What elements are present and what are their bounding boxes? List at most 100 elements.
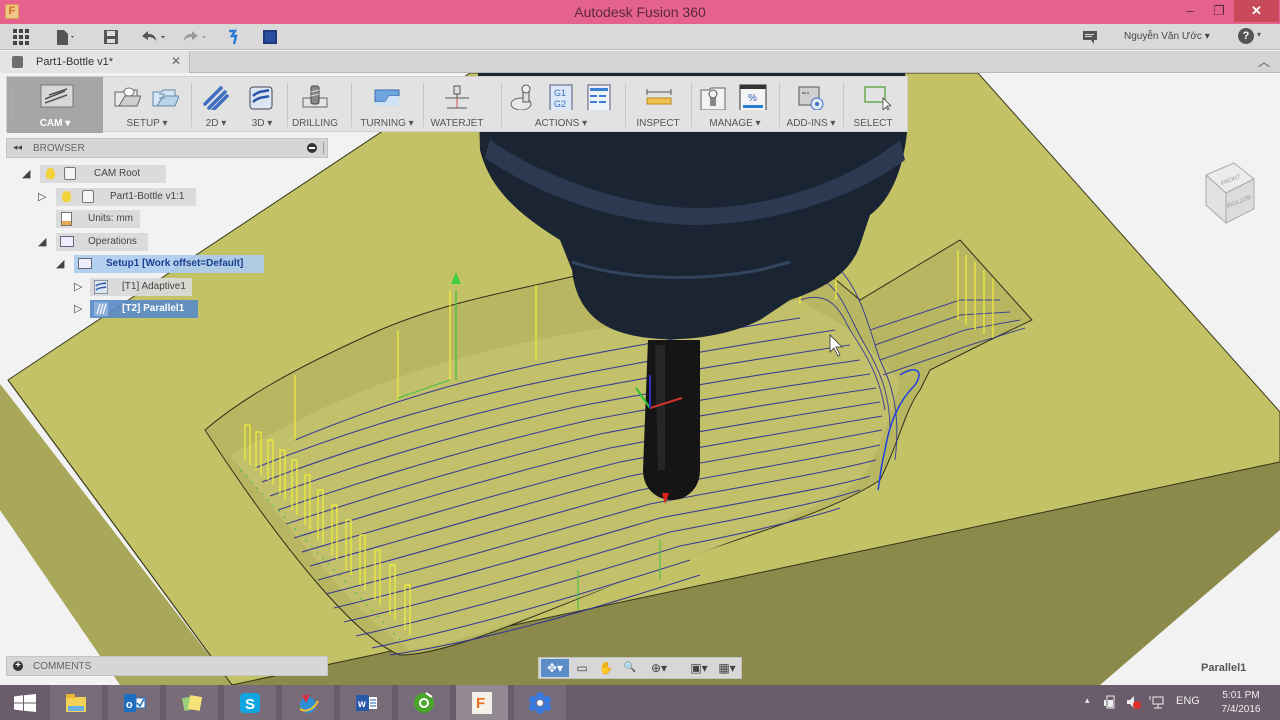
canvas-viewport[interactable]: FRONT BOTTOM — [0, 73, 1280, 685]
addins-label: ADD-INS ▾ — [786, 118, 836, 129]
windows-start-icon[interactable] — [14, 694, 36, 712]
taskbar-flower-app[interactable] — [514, 685, 566, 720]
browser-minimize-icon[interactable] — [307, 143, 317, 153]
tree-node-setup1[interactable]: ◢ Setup1 [Work offset=Default] — [54, 255, 274, 273]
simulate-icon — [510, 84, 532, 110]
cam-scene — [0, 73, 1280, 685]
ribbon-group-3d[interactable]: 3D ▾ — [239, 77, 285, 133]
taskbar-network-app[interactable] — [282, 685, 334, 720]
tree-node-parallel1[interactable]: ▷ [T2] Parallel1 — [72, 300, 202, 318]
battery-icon[interactable] — [1103, 694, 1117, 710]
ribbon-group-inspect[interactable]: INSPECT — [627, 77, 689, 133]
pan-icon[interactable]: ✋ — [595, 659, 617, 677]
network-app-icon — [299, 695, 319, 713]
expand-triangle-icon[interactable]: ▷ — [74, 280, 82, 293]
ribbon-group-addins[interactable]: ADD-INS ▾ — [781, 77, 841, 133]
ribbon-group-setup[interactable]: SETUP ▾ — [107, 77, 187, 133]
tree-node-units[interactable]: Units: mm — [56, 210, 156, 228]
volume-muted-icon[interactable] — [1125, 694, 1141, 710]
zoom-window-icon[interactable]: ⊕▾ — [645, 659, 673, 677]
taskbar-skype[interactable]: S — [224, 685, 276, 720]
display-settings-icon[interactable]: ▣▾ — [685, 659, 713, 677]
file-menu-icon[interactable] — [54, 28, 76, 46]
help-caret-icon[interactable]: ▾ — [1257, 30, 1261, 39]
svg-text:F: F — [476, 695, 485, 712]
word-icon: w — [356, 695, 377, 711]
grid-settings-icon[interactable]: ▦▾ — [713, 659, 741, 677]
close-tab-icon[interactable]: ✕ — [171, 54, 181, 68]
help-icon[interactable]: ? — [1238, 28, 1254, 44]
user-account-menu[interactable]: Nguyễn Văn Ước ▾ — [1124, 31, 1210, 42]
ribbon-group-select[interactable]: SELECT — [845, 77, 901, 133]
document-tab[interactable]: Part1-Bottle v1* ✕ — [0, 51, 190, 73]
quick-access-toolbar: Nguyễn Văn Ước ▾ ? ▾ — [0, 24, 1280, 50]
browser-panel-header[interactable]: ◂◂ BROWSER — [6, 138, 328, 158]
orbit-icon[interactable]: ✥▾ — [541, 659, 569, 677]
turning-icon — [374, 89, 400, 106]
ribbon-separator — [191, 83, 192, 127]
ribbon-group-actions[interactable]: G1 G2 ACTIONS ▾ — [503, 77, 619, 133]
navigation-bar: ✥▾ ▭ ✋ 🔍 ⊕▾ ▣▾ ▦▾ — [538, 657, 742, 679]
comments-notification-icon[interactable] — [1082, 29, 1098, 47]
expand-triangle-icon[interactable]: ▷ — [38, 190, 46, 203]
2d-label: 2D ▾ — [205, 118, 227, 129]
show-hidden-icons[interactable]: ▴ — [1085, 695, 1090, 706]
tree-node-operations[interactable]: ◢ Operations — [36, 233, 156, 251]
system-clock[interactable]: 5:01 PM 7/4/2016 — [1216, 689, 1266, 717]
windows-taskbar: o S w F ▴ ENG 5:01 PM 7/4/2016 — [0, 685, 1280, 720]
minimize-button[interactable]: – — [1175, 0, 1205, 22]
ribbon-group-manage[interactable]: % MANAGE ▾ — [693, 77, 777, 133]
workspace-switcher-cam[interactable]: CAM ▾ — [7, 77, 103, 133]
ribbon-separator — [691, 83, 692, 127]
cloud-data-icon[interactable] — [262, 28, 278, 46]
add-comment-icon[interactable]: + — [13, 661, 23, 671]
comments-title: COMMENTS — [33, 661, 92, 672]
viewcube[interactable]: FRONT BOTTOM — [1200, 161, 1258, 227]
tool-library-icon — [700, 87, 726, 110]
ribbon-separator — [423, 83, 424, 127]
visibility-bulb-icon[interactable] — [46, 168, 55, 179]
ribbon-group-turning[interactable]: TURNING ▾ — [353, 77, 421, 133]
visibility-bulb-icon[interactable] — [62, 191, 71, 202]
collapse-tabs-icon[interactable]: ︿ — [1258, 53, 1270, 70]
expand-triangle-icon[interactable]: ▷ — [74, 302, 82, 315]
fusion360-window: F Autodesk Fusion 360 – ❐ ✕ Nguyễn Văn Ư… — [0, 0, 1280, 720]
ribbon-group-2d[interactable]: 2D ▾ — [193, 77, 239, 133]
comments-panel[interactable]: + COMMENTS — [6, 656, 328, 676]
collapse-triangle-icon[interactable]: ◢ — [56, 257, 64, 270]
data-panel-grid-icon[interactable] — [12, 28, 30, 46]
taskbar-outlook[interactable]: o — [108, 685, 160, 720]
browser-resize-handle[interactable] — [323, 142, 324, 154]
tree-node-adaptive1[interactable]: ▷ [T1] Adaptive1 — [72, 278, 202, 296]
tree-node-cam-root[interactable]: ◢ CAM Root — [20, 165, 166, 183]
scripts-addins-icon — [798, 86, 824, 110]
close-button[interactable]: ✕ — [1234, 0, 1279, 22]
taskbar-sticky-notes[interactable] — [166, 685, 218, 720]
active-operation-label: Parallel1 — [1201, 662, 1247, 674]
tree-label: Setup1 [Work offset=Default] — [106, 258, 244, 269]
coccoc-browser-icon — [414, 692, 434, 713]
undo-icon[interactable] — [140, 28, 170, 46]
taskbar-fusion360[interactable]: F — [456, 685, 508, 720]
job-status-icon[interactable] — [226, 28, 244, 46]
collapse-triangle-icon[interactable]: ◢ — [38, 235, 46, 248]
collapse-browser-icon[interactable]: ◂◂ — [13, 142, 22, 153]
taskbar-word[interactable]: w — [340, 685, 392, 720]
zoom-icon[interactable]: 🔍 — [619, 659, 641, 677]
redo-icon[interactable] — [180, 28, 210, 46]
taskbar-file-explorer[interactable] — [50, 685, 102, 720]
cam-workspace-icon — [40, 84, 74, 108]
taskbar-coccoc[interactable] — [398, 685, 450, 720]
look-at-icon[interactable]: ▭ — [571, 659, 593, 677]
setup-folder-icon — [78, 258, 92, 269]
ribbon-group-waterjet[interactable]: WATERJET — [425, 77, 489, 133]
restore-button[interactable]: ❐ — [1204, 0, 1234, 22]
input-language[interactable]: ENG — [1176, 695, 1200, 707]
tree-node-part1-bottle[interactable]: ▷ Part1-Bottle v1:1 — [36, 188, 206, 206]
title-bar: F Autodesk Fusion 360 – ❐ ✕ — [0, 0, 1280, 24]
collapse-triangle-icon[interactable]: ◢ — [22, 167, 30, 180]
network-icon[interactable] — [1148, 694, 1164, 710]
save-icon[interactable] — [102, 28, 120, 46]
select-label: SELECT — [853, 118, 893, 129]
ribbon-group-drilling[interactable]: DRILLING — [289, 77, 341, 133]
